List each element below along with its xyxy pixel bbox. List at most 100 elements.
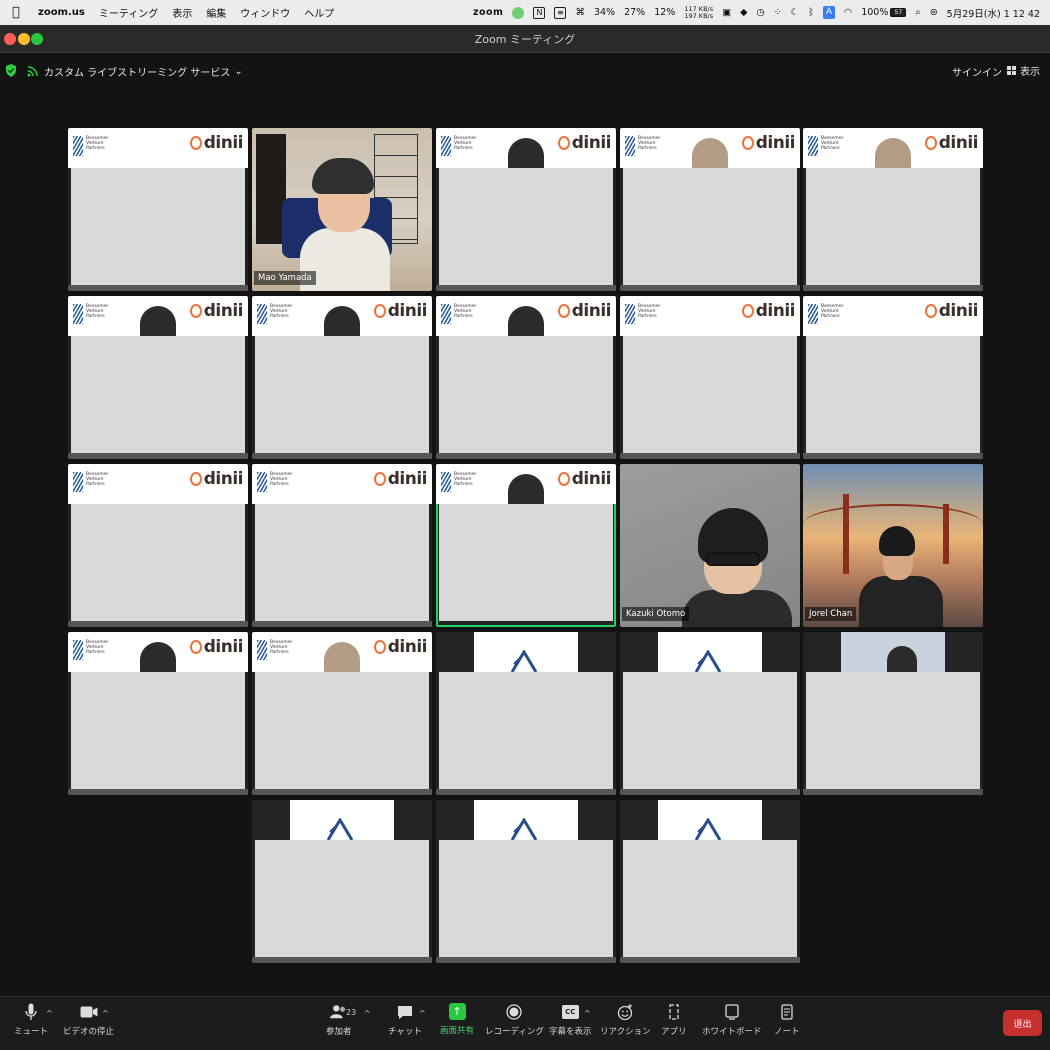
search-icon[interactable]: ⌕ <box>915 7 920 18</box>
video-tile[interactable] <box>620 800 800 963</box>
apps-button[interactable]: アプリ <box>661 1003 687 1037</box>
video-tile[interactable]: Bessemer Venture Partners dinii <box>68 296 248 459</box>
menu-view[interactable]: 表示 <box>172 5 192 20</box>
video-tile[interactable] <box>436 800 616 963</box>
video-tile[interactable]: Bessemer Venture Partners dinii <box>803 128 983 291</box>
video-tile[interactable]: Bessemer Venture Partners dinii <box>68 464 248 627</box>
command-icon[interactable]: ⌘ <box>575 7 585 18</box>
chat-caret-icon[interactable]: ^ <box>419 1009 426 1018</box>
window-title-bar: Zoom ミーティング <box>0 25 1050 53</box>
reactions-button[interactable]: リアクション <box>600 1003 651 1037</box>
video-tile[interactable]: Bessemer Venture Partners dinii <box>252 632 432 795</box>
video-tile[interactable]: Bessemer Venture Partners dinii <box>803 296 983 459</box>
bessemer-line-3: Partners <box>270 482 289 487</box>
video-tile[interactable]: Bessemer Venture Partners dinii <box>68 128 248 291</box>
video-bottom-strip <box>68 453 248 459</box>
disk-usage[interactable]: 12% <box>654 7 675 18</box>
shield-icon[interactable] <box>6 64 16 77</box>
audio-options-caret-icon[interactable]: ^ <box>46 1009 53 1018</box>
video-tile-kazuki-otomo[interactable]: Kazuki Otomo <box>620 464 800 627</box>
live-stream-menu[interactable]: カスタム ライブストリーミング サービス ⌄ <box>44 64 243 79</box>
slide-header: Bessemer Venture Partners dinii <box>68 464 248 504</box>
control-center-icon[interactable]: ⊜ <box>930 7 938 18</box>
dinii-text: dinii <box>203 469 244 489</box>
video-tile[interactable] <box>252 800 432 963</box>
bessemer-line-3: Partners <box>638 146 657 151</box>
video-tile[interactable]: Bessemer Venture Partners dinii <box>620 296 800 459</box>
bessemer-logo: Bessemer Venture Partners <box>808 136 843 156</box>
notion-icon[interactable]: N <box>533 6 546 19</box>
video-options-caret-icon[interactable]: ^ <box>102 1009 109 1018</box>
zoom-status-label[interactable]: zoom <box>473 7 503 18</box>
battery-indicator[interactable]: 100% 57 <box>861 7 907 18</box>
redacted-video <box>439 168 613 285</box>
bessemer-line-3: Partners <box>821 314 840 319</box>
leave-meeting-button[interactable]: 退出 <box>1003 1010 1042 1036</box>
redacted-video <box>255 504 429 621</box>
video-tile[interactable]: Bessemer Venture Partners dinii <box>436 128 616 291</box>
menu-help[interactable]: ヘルプ <box>304 5 334 20</box>
input-source-icon[interactable]: A <box>822 6 835 19</box>
bessemer-line-3: Partners <box>821 146 840 151</box>
slide-header: Bessemer Venture Partners dinii <box>620 296 800 336</box>
bessemer-mark-icon <box>257 304 267 324</box>
participants-caret-icon[interactable]: ^ <box>364 1009 371 1018</box>
participant-hair <box>879 526 915 556</box>
dots-icon[interactable]: ⁘ <box>774 7 782 18</box>
video-tile-jorel-chan[interactable]: Jorel Chan <box>803 464 983 627</box>
video-tile[interactable] <box>620 632 800 795</box>
bluetooth-icon[interactable]: ᛒ <box>808 7 814 18</box>
redacted-video <box>439 672 613 789</box>
view-button[interactable]: 表示 <box>1006 63 1040 78</box>
bridge-tower <box>943 504 949 564</box>
green-status-icon[interactable] <box>512 6 525 19</box>
slide-header: Bessemer Venture Partners dinii <box>68 128 248 168</box>
network-speed[interactable]: 117 KB/s 197 KB/s <box>684 5 713 20</box>
video-tile[interactable]: Bessemer Venture Partners dinii <box>620 128 800 291</box>
memory-usage[interactable]: 27% <box>624 7 645 18</box>
video-tile[interactable] <box>803 632 983 795</box>
mute-button[interactable]: ミュート <box>14 1003 48 1037</box>
apple-menu-icon[interactable]:  <box>12 5 24 20</box>
menu-window[interactable]: ウィンドウ <box>240 5 290 20</box>
bessemer-mark-icon <box>73 304 83 324</box>
video-tile[interactable]: Bessemer Venture Partners dinii <box>436 296 616 459</box>
video-tile[interactable]: Bessemer Venture Partners dinii <box>252 464 432 627</box>
clock[interactable]: 5月29日(水) 1 12 42 <box>947 6 1040 20</box>
menu-meeting[interactable]: ミーティング <box>99 5 158 20</box>
display-icon[interactable]: ▣ <box>722 7 731 18</box>
logo-caret-icon <box>326 818 354 840</box>
bessemer-line-3: Partners <box>86 650 105 655</box>
video-tile[interactable]: Bessemer Venture Partners dinii <box>68 632 248 795</box>
macos-menu-bar:  zoom.us ミーティング 表示 編集 ウィンドウ ヘルプ zoom N … <box>0 0 1050 25</box>
video-bottom-strip <box>620 285 800 291</box>
moon-icon[interactable]: ☾ <box>791 7 800 18</box>
wifi-icon[interactable]: ◠ <box>844 7 852 18</box>
notes-button[interactable]: ノート <box>774 1003 800 1037</box>
document-icon[interactable]: ≡ <box>554 6 567 19</box>
captions-caret-icon[interactable]: ^ <box>584 1009 591 1018</box>
video-bottom-strip <box>803 789 983 795</box>
bessemer-line-3: Partners <box>454 146 473 151</box>
diamond-icon[interactable]: ◆ <box>740 7 747 18</box>
menu-app-name[interactable]: zoom.us <box>38 7 85 18</box>
mute-label: ミュート <box>14 1027 49 1037</box>
share-screen-button[interactable]: ↑ 画面共有 <box>440 1003 474 1036</box>
time-machine-icon[interactable]: ◷ <box>756 7 764 18</box>
signin-button[interactable]: サインイン <box>952 64 1002 79</box>
dinii-logo: dinii <box>373 637 428 657</box>
dinii-logo: dinii <box>373 469 428 489</box>
record-button[interactable]: レコーディング <box>485 1003 544 1037</box>
video-tile[interactable]: Bessemer Venture Partners dinii <box>252 296 432 459</box>
emoji-icon <box>616 1003 634 1021</box>
video-tile-mao-yamada[interactable]: Mao Yamada <box>252 128 432 291</box>
whiteboard-button[interactable]: ホワイトボード <box>702 1003 762 1037</box>
battery-percent: 100% <box>861 7 889 18</box>
cpu-usage[interactable]: 34% <box>594 7 615 18</box>
bessemer-logo: Bessemer Venture Partners <box>257 472 292 492</box>
bessemer-mark-icon <box>625 136 635 156</box>
video-tile-active-speaker[interactable]: Bessemer Venture Partners dinii <box>436 464 616 627</box>
chat-button[interactable]: チャット <box>388 1003 422 1037</box>
video-tile[interactable] <box>436 632 616 795</box>
menu-edit[interactable]: 編集 <box>206 5 226 20</box>
